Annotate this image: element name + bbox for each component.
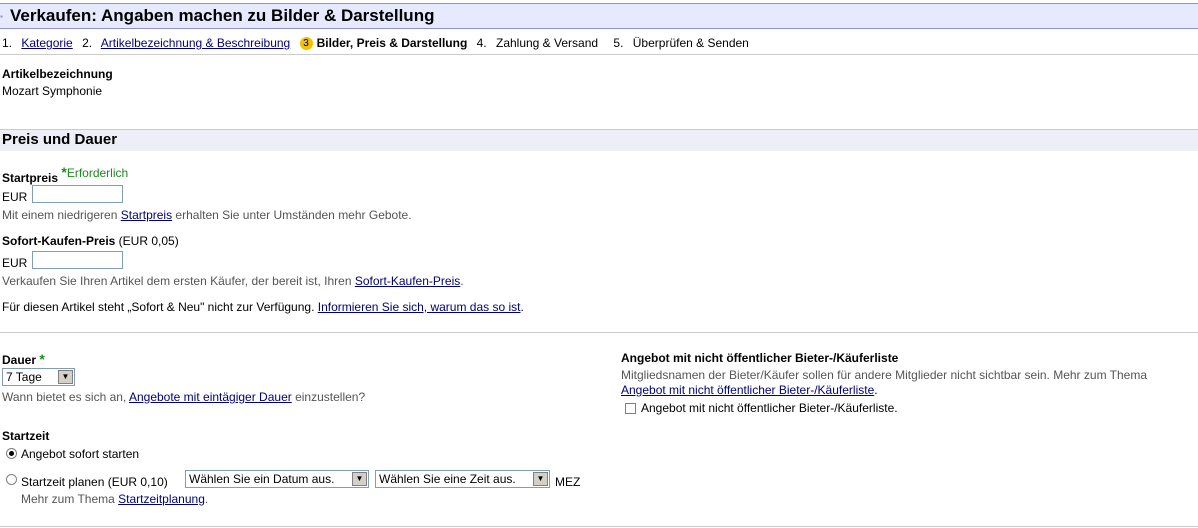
buynow-hint: Verkaufen Sie Ihren Artikel dem ersten K…: [2, 274, 464, 288]
schedule-more-info: Mehr zum Thema Startzeitplanung.: [21, 492, 209, 506]
start-now-radio[interactable]: [6, 448, 17, 459]
start-time-selected: Wählen Sie eine Zeit aus.: [379, 472, 516, 486]
duration-selected-value: 7 Tage: [6, 370, 42, 384]
duration-label-row: Dauer *: [2, 351, 45, 367]
start-date-selected: Wählen Sie ein Datum aus.: [189, 472, 335, 486]
start-time-planning-link[interactable]: Startzeitplanung: [118, 492, 205, 506]
step-2-link[interactable]: Artikelbezeichnung & Beschreibung: [101, 36, 290, 50]
divider: [0, 526, 1198, 527]
schedule-start-label: Startzeit planen (EUR 0,10): [21, 475, 168, 489]
private-listing-help-link[interactable]: Angebot mit nicht öffentlicher Bieter-/K…: [621, 383, 874, 397]
step-3-current: 3 Bilder, Preis & Darstellung: [299, 36, 467, 50]
section-title: Preis und Dauer: [2, 131, 118, 148]
page-header: ▪ Verkaufen: Angaben machen zu Bilder & …: [0, 3, 1198, 29]
buynow-currency: EUR: [2, 256, 28, 270]
sofort-neu-notice: Für diesen Artikel steht „Sofort & Neu" …: [2, 300, 524, 314]
starttime-label: Startzeit: [2, 429, 50, 443]
header-bullet-icon: ▪: [0, 12, 3, 21]
page-title: Verkaufen: Angaben machen zu Bilder & Da…: [10, 6, 435, 25]
buynow-label: Sofort-Kaufen-Preis: [2, 234, 116, 248]
buynow-label-row: Sofort-Kaufen-Preis (EUR 0,05): [2, 234, 179, 248]
divider: [0, 54, 1198, 55]
step-3-number-badge: 3: [299, 37, 313, 50]
chevron-down-icon[interactable]: ▼: [58, 370, 73, 384]
private-listing-checkbox-label: Angebot mit nicht öffentlicher Bieter-/K…: [641, 401, 898, 415]
price-duration-section-header: Preis und Dauer: [0, 129, 1198, 151]
private-listing-label: Angebot mit nicht öffentlicher Bieter-/K…: [621, 351, 899, 365]
step-5: 5. Überprüfen & Senden: [613, 36, 749, 50]
article-title-label: Artikelbezeichnung: [2, 67, 113, 81]
article-title-value: Mozart Symphonie: [2, 84, 103, 98]
duration-select[interactable]: 7 Tage ▼: [2, 368, 75, 386]
start-time-select[interactable]: Wählen Sie eine Zeit aus. ▼: [375, 470, 550, 488]
step-1: 1. Kategorie: [2, 36, 73, 50]
divider: [0, 332, 1198, 333]
duration-label: Dauer: [2, 353, 37, 367]
step-1-link[interactable]: Kategorie: [21, 36, 72, 50]
private-listing-checkbox[interactable]: [625, 403, 636, 414]
step-breadcrumb: 1. Kategorie 2. Artikelbezeichnung & Bes…: [2, 36, 761, 50]
buynow-input[interactable]: [32, 251, 123, 269]
startprice-hint: Mit einem niedrigeren Startpreis erhalte…: [2, 208, 412, 222]
startprice-help-link[interactable]: Startpreis: [121, 208, 172, 222]
startprice-input[interactable]: [32, 185, 123, 203]
sofort-neu-info-link[interactable]: Informieren Sie sich, warum das so ist: [318, 300, 521, 314]
duration-hint: Wann bietet es sich an, Angebote mit ein…: [2, 390, 366, 404]
step-4: 4. Zahlung & Versand: [476, 36, 599, 50]
buynow-fee: (EUR 0,05): [115, 234, 179, 248]
private-listing-desc: Mitgliedsnamen der Bieter/Käufer sollen …: [621, 368, 1148, 382]
chevron-down-icon[interactable]: ▼: [533, 472, 548, 486]
startprice-label: Startpreis: [2, 171, 59, 185]
schedule-start-radio[interactable]: [6, 474, 17, 485]
buynow-help-link[interactable]: Sofort-Kaufen-Preis: [355, 274, 460, 288]
step-2: 2. Artikelbezeichnung & Beschreibung: [82, 36, 291, 50]
one-day-duration-link[interactable]: Angebote mit eintägiger Dauer: [129, 390, 292, 404]
private-listing-link-row: Angebot mit nicht öffentlicher Bieter-/K…: [621, 383, 878, 397]
chevron-down-icon[interactable]: ▼: [352, 472, 367, 486]
startprice-currency: EUR: [2, 190, 28, 204]
startprice-label-row: Startpreis *Erforderlich: [2, 164, 129, 185]
start-date-select[interactable]: Wählen Sie ein Datum aus. ▼: [185, 470, 369, 488]
start-now-label: Angebot sofort starten: [21, 447, 140, 461]
required-star-icon: *: [39, 351, 45, 367]
timezone-label: MEZ: [555, 475, 581, 489]
required-text: Erforderlich: [66, 166, 129, 180]
